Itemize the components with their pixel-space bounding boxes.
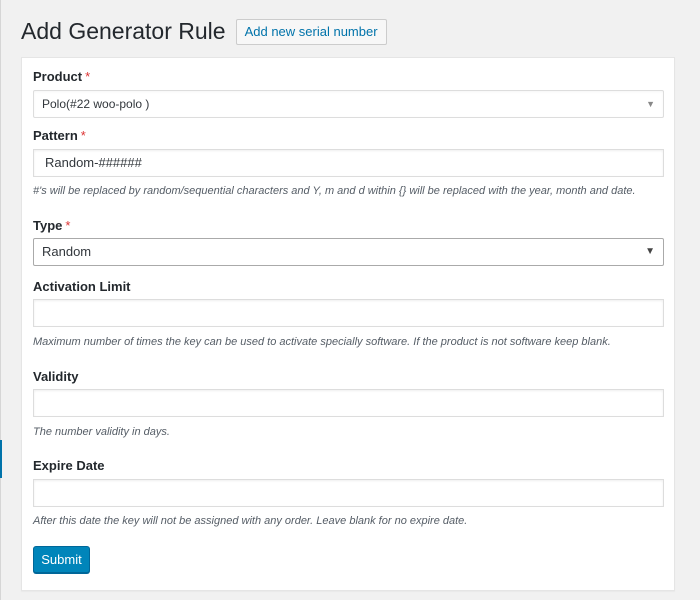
required-marker: * <box>85 69 91 84</box>
page-title: Add Generator Rule <box>21 18 226 44</box>
submit-button[interactable]: Submit <box>33 546 90 573</box>
type-select[interactable]: Random ▼ <box>33 238 664 266</box>
pattern-label: Pattern * <box>33 128 86 143</box>
validity-description: The number validity in days. <box>33 426 170 438</box>
caret-down-icon: ▼ <box>645 246 655 257</box>
add-new-serial-button[interactable]: Add new serial number <box>235 18 387 45</box>
page-header: Add Generator Rule Add new serial number <box>21 17 387 46</box>
type-label: Type * <box>33 218 71 233</box>
expire-date-input[interactable] <box>33 479 664 507</box>
product-label: Product * <box>33 69 91 84</box>
activation-limit-input[interactable] <box>33 299 664 327</box>
validity-label: Validity <box>33 369 79 384</box>
type-selected-value: Random <box>42 244 92 259</box>
activation-limit-label: Activation Limit <box>33 279 131 294</box>
required-marker: * <box>80 128 86 143</box>
product-selected-value: Polo(#22 woo-polo ) <box>42 97 150 111</box>
admin-sidebar-active-marker <box>0 440 2 478</box>
pattern-description: #'s will be replaced by random/sequentia… <box>33 185 636 197</box>
validity-input[interactable] <box>33 389 664 417</box>
product-select[interactable]: Polo(#22 woo-polo ) ▼ <box>33 90 664 118</box>
activation-limit-description: Maximum number of times the key can be u… <box>33 336 611 348</box>
expire-date-label: Expire Date <box>33 458 105 473</box>
pattern-input[interactable]: Random-###### <box>33 149 664 177</box>
pattern-input-value: Random-###### <box>45 155 142 170</box>
expire-date-description: After this date the key will not be assi… <box>33 515 468 527</box>
caret-down-icon: ▼ <box>646 99 655 109</box>
required-marker: * <box>65 218 71 233</box>
generator-rule-form: Product * Polo(#22 woo-polo ) ▼ Pattern * … <box>21 57 675 591</box>
admin-sidebar-edge <box>0 0 1 600</box>
